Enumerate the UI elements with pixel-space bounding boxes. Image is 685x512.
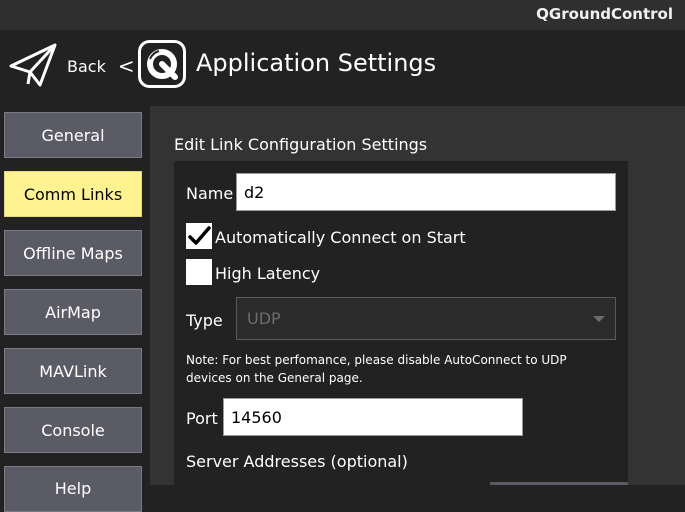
auto-connect-checkbox[interactable] <box>186 223 212 249</box>
section-title: Edit Link Configuration Settings <box>174 135 428 154</box>
chevron-left-icon: < <box>117 54 135 78</box>
sidebar-item-mavlink[interactable]: MAVLink <box>4 348 142 394</box>
window-title: QGroundControl <box>536 5 673 23</box>
back-button[interactable]: Back < <box>60 52 135 80</box>
settings-content: Edit Link Configuration Settings Name d2… <box>150 106 685 485</box>
window-titlebar: QGroundControl <box>0 0 685 30</box>
name-label: Name <box>186 184 234 203</box>
sidebar-item-general[interactable]: General <box>4 112 142 158</box>
link-config-panel: Name d2 Automatically Connect on Start H… <box>174 161 628 485</box>
page-header: Back < Application Settings <box>0 30 685 106</box>
sidebar-item-comm-links[interactable]: Comm Links <box>4 171 142 217</box>
paper-plane-icon[interactable] <box>8 40 58 90</box>
qgc-logo-icon <box>138 40 186 88</box>
settings-sidebar: General Comm Links Offline Maps AirMap M… <box>0 106 150 512</box>
page-title: Application Settings <box>196 49 437 77</box>
high-latency-checkbox[interactable] <box>186 259 212 285</box>
sidebar-item-airmap[interactable]: AirMap <box>4 289 142 335</box>
type-select-value: UDP <box>247 309 281 328</box>
high-latency-label: High Latency <box>215 264 321 283</box>
sidebar-item-console[interactable]: Console <box>4 407 142 453</box>
port-field[interactable]: 14560 <box>223 398 523 436</box>
auto-connect-label: Automatically Connect on Start <box>215 228 466 247</box>
sidebar-item-help[interactable]: Help <box>4 466 142 512</box>
checkmark-icon <box>188 226 211 245</box>
udp-note: Note: For best perfomance, please disabl… <box>186 353 567 385</box>
type-label: Type <box>186 311 223 330</box>
port-label: Port <box>186 409 218 428</box>
sidebar-item-offline-maps[interactable]: Offline Maps <box>4 230 142 276</box>
server-addresses-label: Server Addresses (optional) <box>186 452 408 471</box>
chevron-down-icon <box>593 316 605 322</box>
back-label: Back <box>67 56 106 76</box>
name-field[interactable]: d2 <box>236 173 616 211</box>
type-select[interactable]: UDP <box>236 297 616 340</box>
